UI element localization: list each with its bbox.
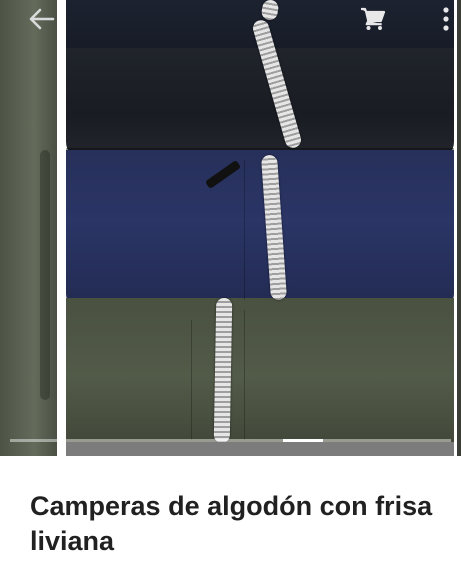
more-options-button[interactable] <box>436 5 456 33</box>
product-title: Camperas de algodón con frisa liviana <box>30 491 433 556</box>
jacket-fold-navy <box>66 150 454 308</box>
jacket-fold-olive <box>66 298 454 456</box>
more-vert-icon <box>443 7 449 31</box>
back-button[interactable] <box>24 6 58 32</box>
arrow-left-icon <box>29 8 55 30</box>
product-image-carousel[interactable] <box>0 0 461 456</box>
shopping-cart-icon <box>361 7 386 30</box>
cart-button[interactable] <box>356 5 390 33</box>
carousel-progress-bar <box>10 439 451 442</box>
carousel-progress-indicator <box>283 439 324 442</box>
next-image-slide[interactable] <box>457 0 461 456</box>
zipper-olive <box>213 297 233 444</box>
previous-image-slide[interactable] <box>0 0 57 456</box>
jacket-fold-black <box>66 48 454 160</box>
product-image[interactable] <box>66 0 454 456</box>
